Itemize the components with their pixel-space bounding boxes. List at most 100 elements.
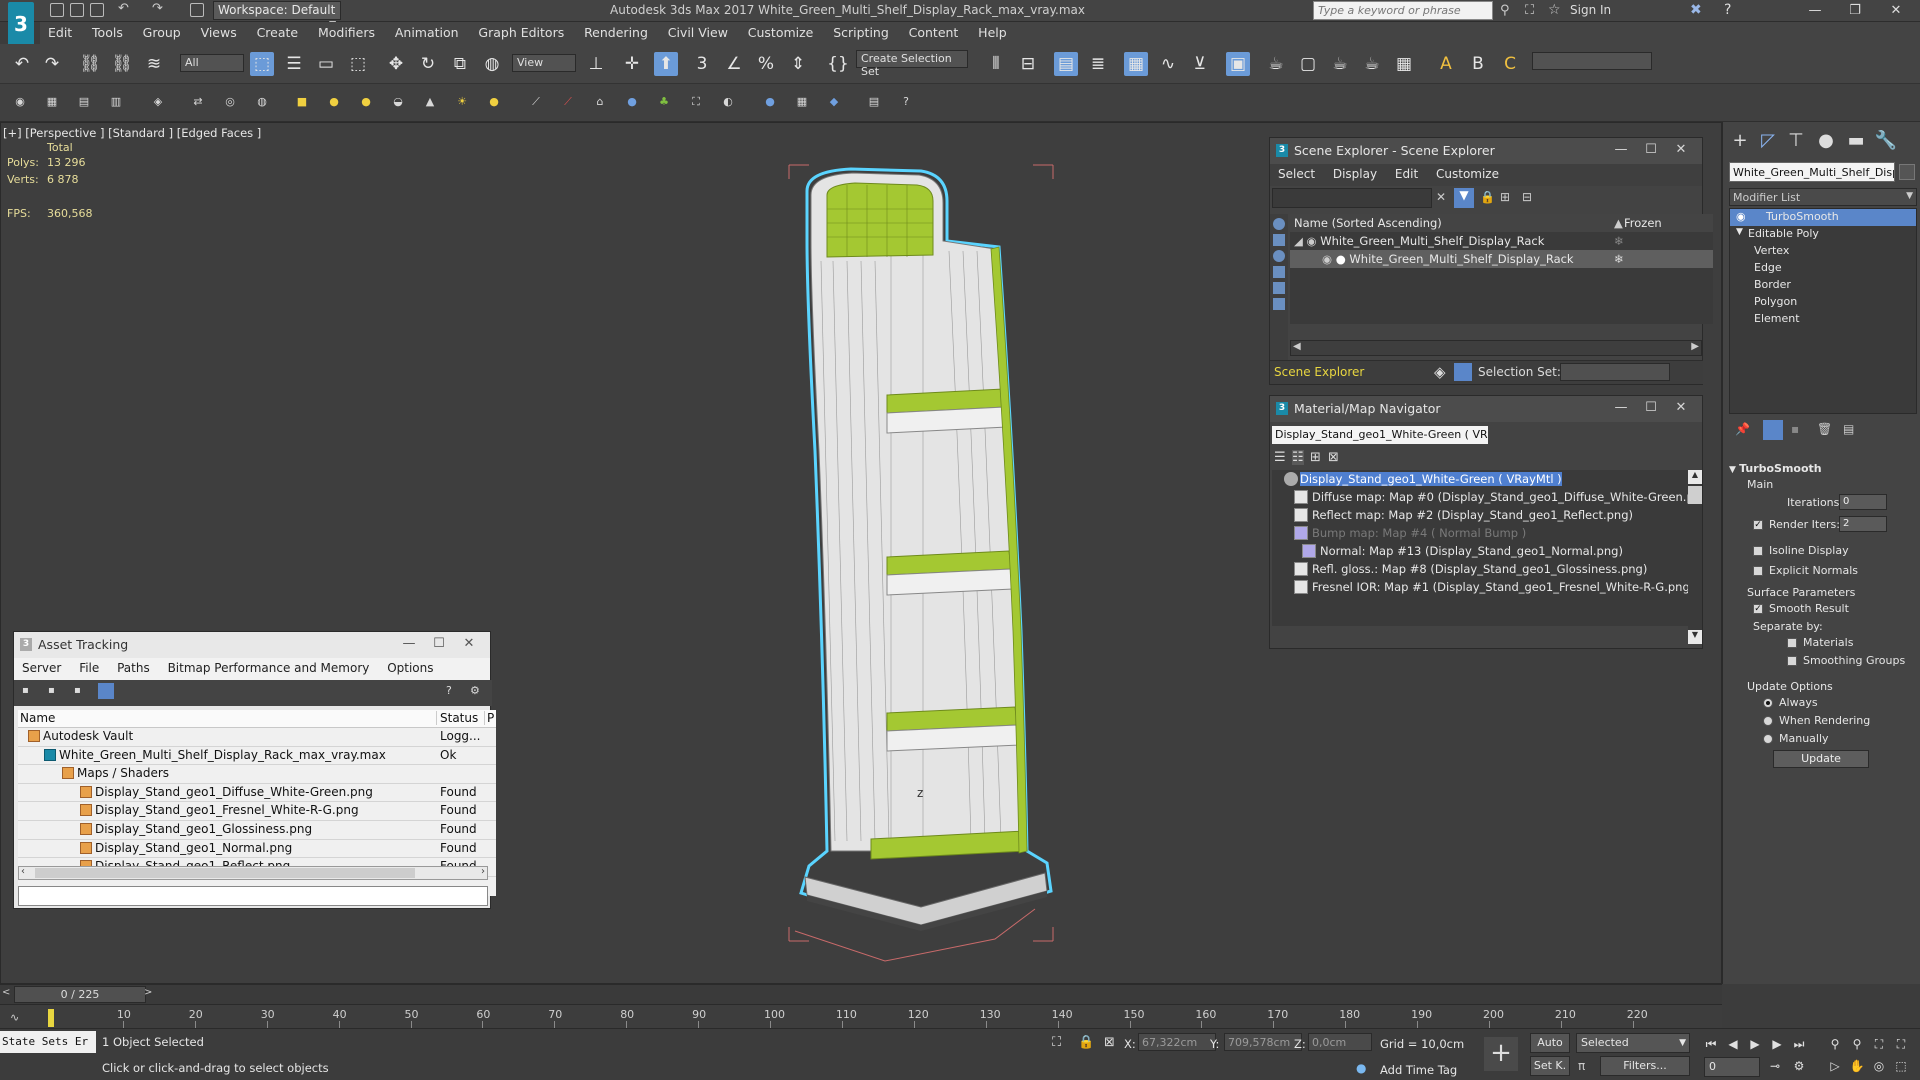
menu-select[interactable]: Select: [1278, 167, 1315, 181]
cart-icon[interactable]: ⛶: [1525, 3, 1534, 18]
scene-explorer-titlebar[interactable]: 3 Scene Explorer - Scene Explorer — ☐ ✕: [1270, 138, 1702, 164]
spinner-snap-icon[interactable]: ⇕: [786, 52, 810, 76]
eye-icon[interactable]: ◉: [1307, 234, 1317, 248]
add-time-tag-button[interactable]: Add Time Tag: [1380, 1063, 1457, 1077]
open-file-icon[interactable]: [70, 3, 84, 17]
scroll-up-icon[interactable]: ▲: [1688, 470, 1702, 484]
create-tab-icon[interactable]: +: [1727, 128, 1753, 154]
always-radio[interactable]: [1763, 698, 1773, 708]
go-to-start-icon[interactable]: ⏮: [1702, 1035, 1720, 1053]
eye-icon[interactable]: ◉: [1736, 210, 1746, 223]
selection-filter-dropdown[interactable]: All: [180, 54, 244, 72]
undo-icon[interactable]: ↶: [10, 52, 34, 76]
close-button[interactable]: ✕: [1876, 1, 1916, 20]
toolbar-tool-icon[interactable]: ▤: [866, 94, 882, 110]
stack-item-turbosmooth[interactable]: ◉ TurboSmooth: [1730, 209, 1916, 226]
light-filter-icon[interactable]: [1273, 250, 1285, 262]
rectangular-selection-icon[interactable]: ▭: [314, 52, 338, 76]
menu-help[interactable]: Help: [970, 22, 1015, 43]
menu-modifiers[interactable]: Modifiers: [310, 22, 383, 43]
app-logo-icon[interactable]: 3: [8, 2, 34, 46]
large-icons-icon[interactable]: ⊠: [1328, 450, 1339, 465]
toolbar-tool-icon[interactable]: ◍: [254, 94, 270, 110]
column-status-header[interactable]: Status: [436, 711, 478, 725]
layer-explorer-icon[interactable]: ≣: [1086, 52, 1110, 76]
layers-icon[interactable]: ◈: [1434, 363, 1446, 381]
toolbar-tool-icon[interactable]: ◒: [390, 94, 406, 110]
filter-icon[interactable]: ▼: [1454, 188, 1474, 208]
toolbar-tool-icon[interactable]: ◐: [720, 94, 736, 110]
menu-file[interactable]: File: [79, 661, 99, 675]
mini-curve-editor-icon[interactable]: ∿: [10, 1011, 19, 1024]
toolbar-tool-icon[interactable]: ◎: [222, 94, 238, 110]
small-icons-icon[interactable]: ⊞: [1310, 450, 1321, 465]
close-button[interactable]: ✕: [454, 636, 484, 651]
menu-group[interactable]: Group: [135, 22, 189, 43]
toolbar-tool-icon[interactable]: ●: [762, 94, 778, 110]
set-key-button[interactable]: Set K.: [1530, 1056, 1570, 1076]
next-frame-icon[interactable]: ▶: [1768, 1035, 1786, 1053]
light-icon[interactable]: ●: [486, 94, 502, 110]
help-icon[interactable]: ?: [1724, 2, 1731, 18]
light-icon[interactable]: ●: [326, 94, 342, 110]
viewport-label[interactable]: [+] [Perspective ] [Standard ] [Edged Fa…: [3, 126, 261, 140]
ribbon-toggle-icon[interactable]: ▦: [1124, 52, 1148, 76]
display-rack-model[interactable]: z: [771, 151, 1071, 971]
placement-icon[interactable]: ◍: [480, 52, 504, 76]
toolbar-tool-icon[interactable]: ▦: [794, 94, 810, 110]
scroll-down-icon[interactable]: ▼: [1688, 630, 1702, 644]
scroll-thumb[interactable]: [1688, 486, 1702, 504]
list-small-icons-icon[interactable]: ☷: [1292, 450, 1304, 465]
menu-server[interactable]: Server: [22, 661, 61, 675]
render-cloud-icon[interactable]: ▦: [1392, 52, 1416, 76]
close-button[interactable]: ✕: [1666, 400, 1696, 415]
rollout-turbosmooth[interactable]: ▼ TurboSmooth: [1729, 462, 1822, 475]
menu-rendering[interactable]: Rendering: [576, 22, 656, 43]
menu-content[interactable]: Content: [901, 22, 967, 43]
table-row[interactable]: Autodesk Vault Logg...: [18, 728, 496, 747]
search-input[interactable]: Type a keyword or phrase: [1313, 1, 1493, 20]
scale-icon[interactable]: ⧉: [448, 52, 472, 76]
maximize-button[interactable]: ☐: [424, 636, 454, 651]
material-editor-icon[interactable]: ▣: [1226, 52, 1250, 76]
go-to-end-icon[interactable]: ⏭: [1790, 1035, 1808, 1053]
scroll-thumb[interactable]: [35, 868, 415, 878]
key-filters-button[interactable]: Filters...: [1600, 1056, 1690, 1076]
align-icon[interactable]: ⊟: [1016, 52, 1040, 76]
material-map-item[interactable]: Fresnel IOR: Map #1 (Display_Stand_geo1_…: [1272, 578, 1688, 596]
material-map-item[interactable]: Refl. gloss.: Map #8 (Display_Stand_geo1…: [1272, 560, 1688, 578]
manually-radio[interactable]: [1763, 734, 1773, 744]
smooth-result-checkbox[interactable]: ✓: [1753, 604, 1763, 614]
link-icon[interactable]: ⛓: [78, 52, 102, 76]
key-mode-icon[interactable]: ⊸: [1766, 1057, 1784, 1075]
perspective-viewport[interactable]: [+] [Perspective ] [Standard ] [Edged Fa…: [0, 122, 1722, 984]
expand-arrow-icon[interactable]: ▼: [1736, 227, 1743, 237]
binoculars-icon[interactable]: ⚲: [1500, 3, 1510, 18]
table-row[interactable]: Display_Stand_geo1_Normal.png Found: [18, 840, 496, 859]
render-iterative-icon[interactable]: ☕: [1360, 52, 1384, 76]
current-material-field[interactable]: Display_Stand_geo1_White-Green ( VRayMtl: [1272, 426, 1488, 444]
view-icon[interactable]: [98, 683, 114, 699]
selection-set-icon[interactable]: [1454, 363, 1472, 381]
iterations-spinner[interactable]: 0: [1839, 494, 1887, 510]
table-row[interactable]: Display_Stand_geo1_Diffuse_White-Green.p…: [18, 784, 496, 803]
table-row[interactable]: Display_Stand_geo1_Glossiness.png Found: [18, 821, 496, 840]
horizontal-scrollbar[interactable]: ◀ ▶: [1290, 340, 1702, 356]
next-frame-icon[interactable]: >: [144, 987, 152, 998]
move-icon[interactable]: ✥: [384, 52, 408, 76]
lock-icon[interactable]: 🔒: [1480, 190, 1495, 204]
isoline-display-checkbox[interactable]: [1753, 546, 1763, 556]
motion-tab-icon[interactable]: ●: [1813, 128, 1839, 154]
time-config-icon[interactable]: ⚙: [1790, 1057, 1808, 1075]
toolbar-tool-icon[interactable]: ◆: [826, 94, 842, 110]
shape-filter-icon[interactable]: [1273, 234, 1285, 246]
percent-snap-icon[interactable]: %: [754, 52, 778, 76]
remove-modifier-icon[interactable]: 🗑: [1817, 422, 1832, 436]
render-production-icon[interactable]: ☕: [1328, 52, 1352, 76]
utilities-tab-icon[interactable]: 🔧: [1873, 128, 1899, 154]
list-icon[interactable]: ▪: [74, 685, 81, 696]
project-folder-icon[interactable]: [190, 3, 204, 17]
column-frozen-header[interactable]: Frozen: [1624, 216, 1662, 230]
toolbar-tool-icon[interactable]: ▦: [44, 94, 60, 110]
hierarchy-expand-icon[interactable]: ⊟: [1522, 190, 1532, 204]
